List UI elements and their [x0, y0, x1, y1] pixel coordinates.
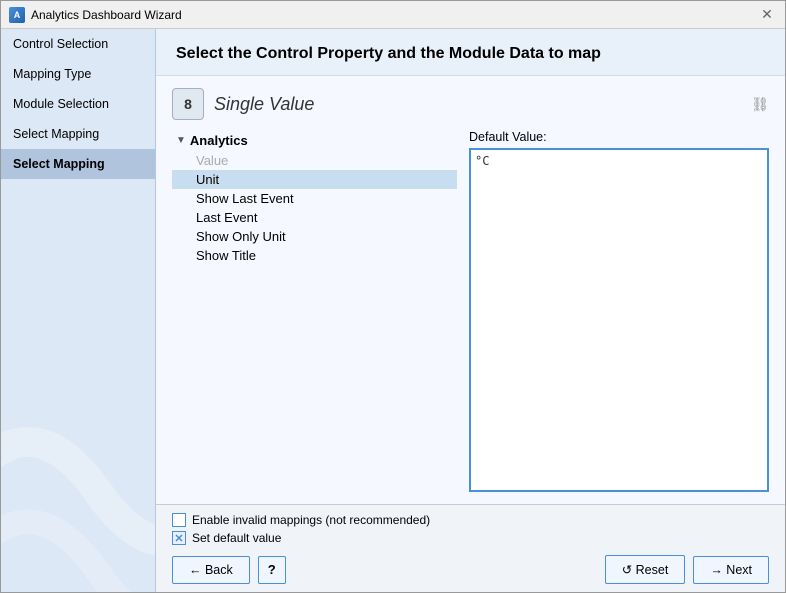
- tree-item-last-event[interactable]: Last Event: [172, 208, 457, 227]
- default-value-textarea[interactable]: °C: [469, 148, 769, 492]
- back-button[interactable]: ← Back: [172, 556, 250, 584]
- wizard-window: A Analytics Dashboard Wizard ✕ Control S…: [0, 0, 786, 593]
- sidebar-item-control-selection[interactable]: Control Selection: [1, 29, 155, 59]
- sidebar-item-module-selection[interactable]: Module Selection: [1, 89, 155, 119]
- help-button[interactable]: ?: [258, 556, 286, 584]
- tree-panel: ▼ Analytics Value Unit Show Last Event: [172, 130, 457, 492]
- checkbox-set-default[interactable]: ✕: [172, 531, 186, 545]
- link-icon: ⛓: [751, 96, 769, 113]
- app-icon: A: [9, 7, 25, 23]
- right-panel: Default Value: °C: [469, 130, 769, 492]
- btn-group-right: ↺ Reset → Next: [605, 555, 769, 584]
- tree-root: ▼ Analytics: [172, 130, 457, 151]
- title-bar: A Analytics Dashboard Wizard ✕: [1, 1, 785, 29]
- sidebar-item-mapping-type[interactable]: Mapping Type: [1, 59, 155, 89]
- two-panel: ▼ Analytics Value Unit Show Last Event: [172, 130, 769, 492]
- checkbox-invalid-mappings-label: Enable invalid mappings (not recommended…: [192, 513, 430, 527]
- window-title: Analytics Dashboard Wizard: [31, 8, 757, 22]
- footer: Enable invalid mappings (not recommended…: [156, 504, 785, 592]
- sidebar-item-select-mapping-2[interactable]: Select Mapping: [1, 149, 155, 179]
- close-button[interactable]: ✕: [757, 5, 777, 25]
- main-content: Control Selection Mapping Type Module Se…: [1, 29, 785, 592]
- checkboxes: Enable invalid mappings (not recommended…: [172, 513, 769, 545]
- btn-group-left: ← Back ?: [172, 556, 286, 584]
- sidebar: Control Selection Mapping Type Module Se…: [1, 29, 156, 592]
- content-area: Select the Control Property and the Modu…: [156, 29, 785, 592]
- checkbox-invalid-mappings[interactable]: [172, 513, 186, 527]
- content-body: 8 Single Value ⛓ ▼ Analytics Value: [156, 76, 785, 504]
- content-header: Select the Control Property and the Modu…: [156, 29, 785, 76]
- checkbox-row-1: Enable invalid mappings (not recommended…: [172, 513, 769, 527]
- next-button[interactable]: → Next: [693, 556, 769, 584]
- page-title: Select the Control Property and the Modu…: [176, 45, 765, 63]
- checkbox-set-default-label: Set default value: [192, 531, 281, 545]
- checkbox-row-2: ✕ Set default value: [172, 531, 769, 545]
- default-value-label: Default Value:: [469, 130, 769, 144]
- tree-item-unit[interactable]: Unit: [172, 170, 457, 189]
- sidebar-item-select-mapping-1[interactable]: Select Mapping: [1, 119, 155, 149]
- tree-item-show-title[interactable]: Show Title: [172, 246, 457, 265]
- reset-button[interactable]: ↺ Reset: [605, 555, 686, 584]
- tree-item-show-last-event[interactable]: Show Last Event: [172, 189, 457, 208]
- footer-buttons: ← Back ? ↺ Reset → Next: [172, 555, 769, 584]
- widget-header: 8 Single Value ⛓: [172, 88, 769, 120]
- widget-title: Single Value: [214, 94, 741, 115]
- tree-item-show-only-unit[interactable]: Show Only Unit: [172, 227, 457, 246]
- widget-icon: 8: [172, 88, 204, 120]
- tree-item-value[interactable]: Value: [172, 151, 457, 170]
